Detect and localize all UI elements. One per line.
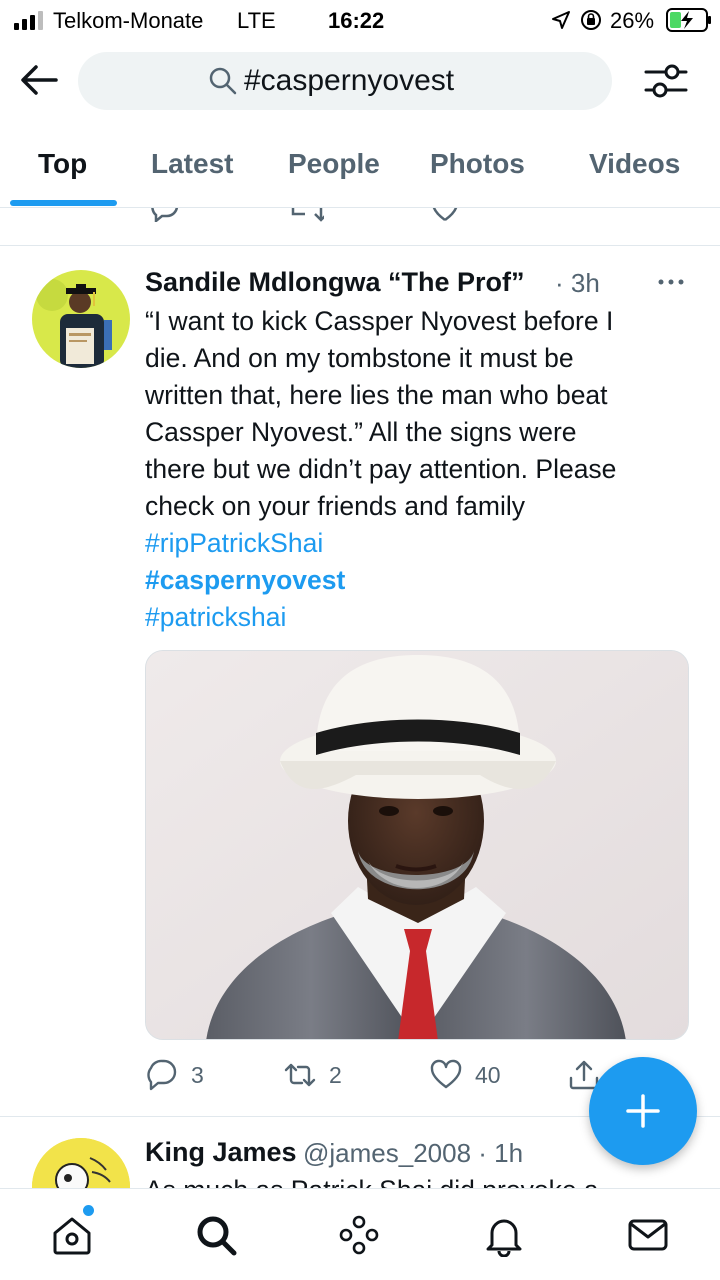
- home-icon: [53, 1217, 91, 1255]
- reply-count: 3: [191, 1061, 204, 1088]
- orientation-lock-icon: [581, 10, 601, 30]
- battery-percent: 26%: [610, 8, 655, 33]
- tab-photos[interactable]: Photos: [430, 148, 525, 180]
- battery-charging-icon: [666, 8, 711, 32]
- tweet-text: “I want to kick Cassper Nyovest before I…: [145, 303, 685, 636]
- retweet-icon[interactable]: [290, 208, 324, 222]
- tweet-text: As much as Patrick Shai did provoke a: [145, 1172, 599, 1188]
- tweet-author-name[interactable]: Sandile Mdlongwa “The Prof”: [145, 267, 525, 298]
- tweet-photo[interactable]: [145, 650, 689, 1040]
- network-type: LTE: [237, 8, 276, 33]
- bell-icon: [486, 1219, 522, 1258]
- tab-people[interactable]: People: [288, 148, 380, 180]
- share-icon[interactable]: [570, 208, 602, 222]
- hashtag-link[interactable]: #caspernyovest: [145, 562, 685, 599]
- avatar-image: [32, 270, 130, 368]
- more-options-icon[interactable]: [656, 272, 686, 292]
- status-bar: Telkom-Monate LTE 16:22 26%: [0, 0, 720, 40]
- tweet-text-line: there but we didn’t pay attention. Pleas…: [145, 454, 617, 484]
- nav-home[interactable]: [50, 1213, 94, 1257]
- previous-tweet-actions: [0, 208, 720, 222]
- back-arrow-icon[interactable]: [20, 64, 58, 96]
- tab-latest[interactable]: Latest: [151, 148, 233, 180]
- nav-notifications[interactable]: [482, 1213, 526, 1258]
- nav-messages[interactable]: [626, 1213, 670, 1257]
- compose-tweet-button[interactable]: [589, 1057, 697, 1165]
- nav-search[interactable]: [194, 1213, 238, 1257]
- comment-icon[interactable]: [150, 208, 180, 222]
- retweet-icon: [284, 1063, 316, 1087]
- hashtag-link[interactable]: #ripPatrickShai: [145, 525, 685, 562]
- tweet-text-line: “I want to kick Cassper Nyovest before I: [145, 306, 614, 336]
- carrier-label: Telkom-Monate: [53, 8, 204, 33]
- like-button[interactable]: 40: [429, 1055, 501, 1095]
- search-input[interactable]: #caspernyovest: [78, 52, 612, 110]
- search-tabs: Top Latest People Photos Videos: [0, 130, 720, 208]
- tweet-timestamp: · 3h: [555, 268, 600, 298]
- divider: [0, 245, 720, 246]
- man-in-hat-photo: [146, 651, 688, 1039]
- comment-icon: [147, 1059, 177, 1091]
- tweet-text-line: Cassper Nyovest.” All the signs were: [145, 417, 577, 447]
- avatar[interactable]: [32, 270, 130, 368]
- mail-icon: [628, 1219, 668, 1251]
- clock: 16:22: [328, 8, 385, 33]
- like-count: 40: [475, 1061, 501, 1088]
- tweet-text-line: written that, here lies the man who beat: [145, 380, 608, 410]
- search-icon: [209, 67, 237, 95]
- heart-icon: [430, 1059, 462, 1089]
- nav-spaces[interactable]: [337, 1213, 381, 1257]
- spaces-icon: [339, 1215, 379, 1255]
- tweet-handle-timestamp: @james_2008 · 1h: [303, 1138, 524, 1168]
- retweet-button[interactable]: 2: [283, 1055, 342, 1095]
- sliders-icon[interactable]: [642, 60, 690, 102]
- hashtag-link[interactable]: #patrickshai: [145, 599, 685, 636]
- tab-top[interactable]: Top: [38, 148, 87, 180]
- tab-videos[interactable]: Videos: [589, 148, 680, 180]
- location-arrow-icon: [552, 11, 570, 29]
- search-header: #caspernyovest: [0, 40, 720, 120]
- reply-button[interactable]: 3: [145, 1055, 204, 1095]
- tweet-text-line: die. And on my tombstone it must be: [145, 343, 574, 373]
- search-query: #caspernyovest: [244, 64, 455, 97]
- active-tab-indicator: [10, 200, 117, 206]
- heart-icon[interactable]: [430, 208, 460, 222]
- tweet-author-name[interactable]: King James: [145, 1137, 297, 1168]
- notification-dot: [83, 1205, 94, 1216]
- bottom-navigation: [0, 1188, 720, 1280]
- tweet-text-line: check on your friends and family: [145, 491, 526, 521]
- retweet-count: 2: [329, 1061, 342, 1088]
- signal-icon: [14, 11, 43, 30]
- search-icon: [197, 1216, 237, 1256]
- plus-icon: [626, 1094, 660, 1128]
